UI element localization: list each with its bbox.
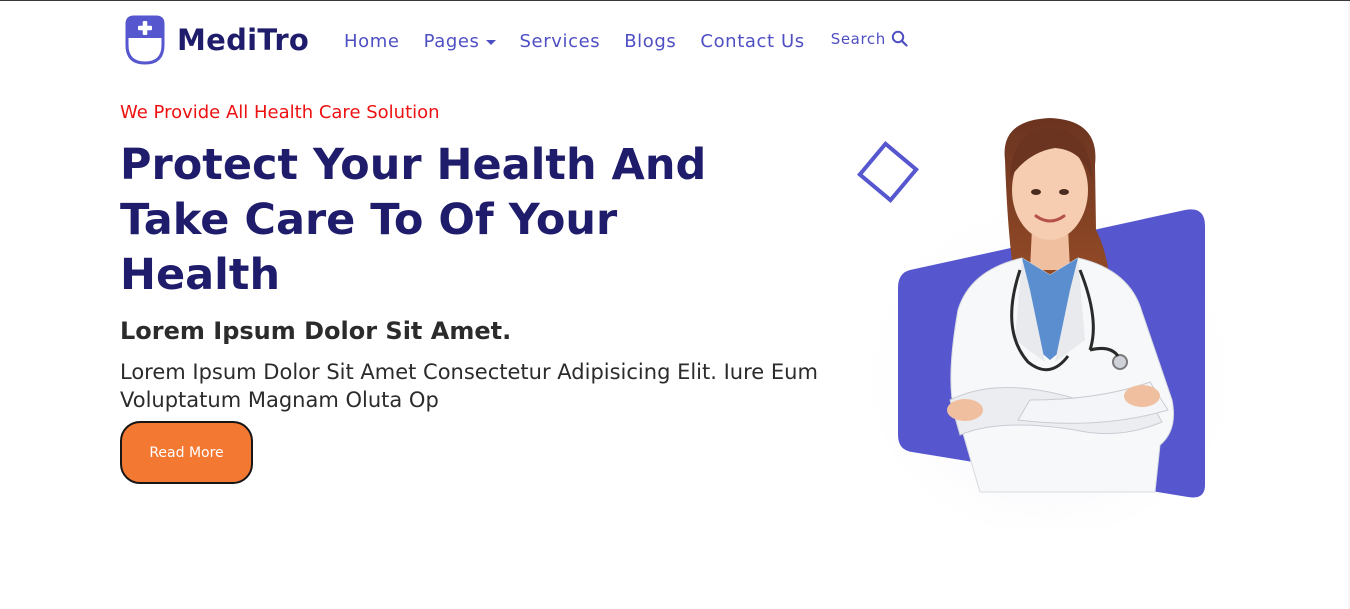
doctor-figure: [947, 118, 1174, 493]
nav-pages-label: Pages: [423, 31, 480, 52]
brand-name: MediTro: [177, 23, 310, 57]
nav-home[interactable]: Home: [344, 31, 400, 52]
navbar: MediTro Home Pages Services Blogs Contac…: [0, 1, 1350, 79]
search-label: Search: [830, 29, 886, 48]
doctor-portrait: [857, 118, 1230, 530]
caret-down-icon: [485, 40, 496, 45]
hero-body: Lorem Ipsum Dolor Sit Amet Consectetur A…: [120, 360, 818, 412]
plus-shield-icon: [125, 15, 165, 65]
search-button[interactable]: Search: [831, 30, 908, 48]
read-more-button[interactable]: Read More: [120, 421, 253, 484]
main-nav: Home Pages Services Blogs Contact Us Sea…: [332, 30, 920, 52]
nav-contact-us[interactable]: Contact Us: [700, 31, 804, 52]
hero-subheading: Lorem Ipsum Dolor Sit Amet.: [120, 317, 512, 345]
nav-services[interactable]: Services: [520, 31, 601, 52]
diamond-shape: [857, 141, 919, 203]
hero-tagline: We Provide All Health Care Solution: [120, 102, 440, 123]
magnifier-icon: [891, 30, 908, 47]
nav-pages-dropdown[interactable]: Pages: [424, 31, 496, 52]
nav-blogs[interactable]: Blogs: [624, 31, 676, 52]
hero-headline: Protect Your Health And Take Care To Of …: [120, 140, 707, 300]
hero-image: [850, 100, 1230, 530]
brand-link[interactable]: MediTro: [124, 14, 309, 66]
